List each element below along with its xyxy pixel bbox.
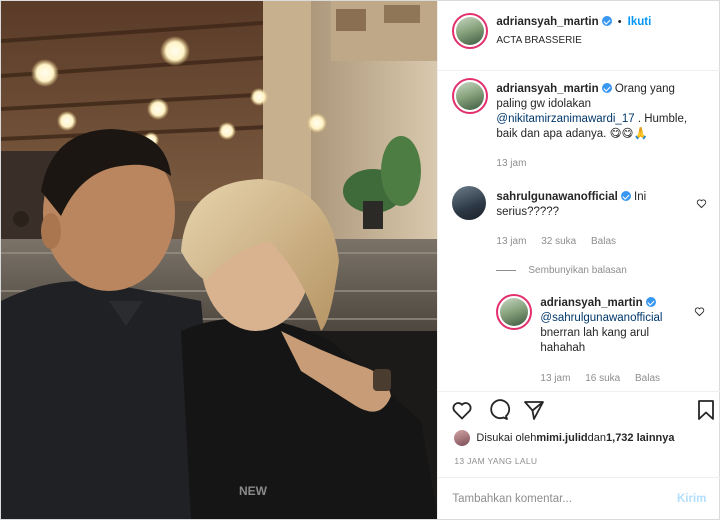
reply-text: adriansyah_martin @sahrulgunawanofficial… (540, 296, 690, 356)
liker-avatar (454, 430, 471, 446)
likes-first-user[interactable]: mimi.julid (536, 432, 587, 444)
comment-username[interactable]: sahrulgunawanofficial (496, 191, 617, 203)
likes-summary[interactable]: Disukai oleh mimi.julid dan 1,732 lainny… (454, 430, 675, 446)
shirt-print: NEW (239, 484, 268, 498)
author-avatar[interactable] (452, 13, 489, 49)
reply-avatar[interactable] (496, 294, 533, 330)
caption-text: adriansyah_martin Orang yang paling gw i… (496, 82, 706, 142)
caption-mention[interactable]: @nikitamirzanimawardi_17 (496, 113, 634, 125)
heart-icon[interactable] (450, 398, 474, 422)
likes-count[interactable]: 1,732 lainnya (606, 432, 675, 444)
post-timestamp: 13 JAM YANG LALU (454, 456, 538, 466)
dot-separator: • (617, 16, 622, 28)
verified-icon (601, 83, 612, 93)
comment-text: sahrulgunawanofficial Ini serius????? (496, 190, 676, 220)
reply-mention[interactable]: @sahrulgunawanofficial (540, 312, 662, 324)
reply-heart-icon[interactable] (694, 306, 705, 317)
commenter-avatar[interactable] (452, 186, 487, 220)
caption-time[interactable]: 13 jam (496, 158, 526, 169)
author-username[interactable]: adriansyah_martin (496, 16, 598, 28)
add-comment-bar: Kirim (438, 477, 720, 519)
reply-username[interactable]: adriansyah_martin (540, 297, 642, 309)
reply-time[interactable]: 13 jam (540, 373, 570, 384)
comment-meta: 13 jam 32 suka Balas (496, 236, 628, 247)
caption-meta: 13 jam (496, 158, 538, 169)
hide-replies-button[interactable]: Sembunyikan balasan (496, 265, 627, 276)
follow-button[interactable]: Ikuti (628, 16, 652, 28)
post-photo[interactable]: NEW (1, 1, 438, 519)
hide-replies-line (496, 270, 517, 271)
verified-icon (620, 191, 631, 201)
post-actions: Disukai oleh mimi.julid dan 1,732 lainny… (438, 391, 720, 466)
comment-time[interactable]: 13 jam (496, 236, 526, 247)
hide-replies-label: Sembunyikan balasan (528, 265, 627, 276)
share-icon[interactable] (522, 398, 546, 422)
post-location[interactable]: ACTA BRASSERIE (496, 35, 581, 46)
reply-meta: 13 jam 16 suka Balas (540, 373, 672, 384)
reply-likes[interactable]: 16 suka (585, 373, 620, 384)
comment-icon[interactable] (486, 398, 511, 422)
reply-reply-button[interactable]: Balas (635, 373, 660, 384)
comment-input[interactable] (452, 492, 677, 505)
post-dialog: NEW adriansyah_martin • Ikuti ACTA BRASS… (0, 0, 720, 520)
likes-middle: dan (587, 432, 607, 444)
post-header: adriansyah_martin • Ikuti ACTA BRASSERIE (438, 1, 720, 71)
post-comment-button[interactable]: Kirim (677, 493, 706, 505)
comments-list[interactable]: adriansyah_martin Orang yang paling gw i… (438, 72, 720, 390)
bookmark-icon[interactable] (694, 398, 718, 422)
verified-icon (645, 297, 656, 307)
reply-body: bnerran lah kang arul hahahah (540, 327, 650, 354)
caption-username[interactable]: adriansyah_martin (496, 83, 598, 95)
comment-heart-icon[interactable] (696, 198, 707, 209)
photo-scene: NEW (1, 1, 438, 519)
caption-avatar[interactable] (452, 78, 489, 114)
comment-likes[interactable]: 32 suka (541, 236, 576, 247)
post-side-panel: adriansyah_martin • Ikuti ACTA BRASSERIE… (437, 1, 720, 519)
comment-item: sahrulgunawanofficial Ini serius????? 13… (452, 186, 712, 256)
comment-reply-button[interactable]: Balas (591, 236, 616, 247)
likes-prefix: Disukai oleh (476, 432, 537, 444)
reply-item: adriansyah_martin @sahrulgunawanofficial… (496, 294, 712, 390)
verified-icon (601, 16, 612, 26)
